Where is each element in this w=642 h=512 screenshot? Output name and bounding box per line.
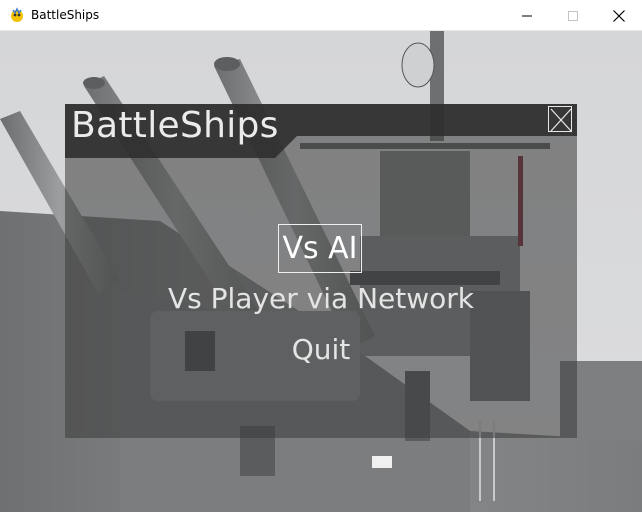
close-box-icon [550,108,572,132]
menu-close-button[interactable] [548,106,572,132]
vs-player-network-button[interactable]: Vs Player via Network [65,285,577,313]
window-title: BattleShips [31,8,100,22]
close-icon [613,9,625,22]
minimize-button[interactable] [504,0,550,31]
vs-ai-button[interactable]: Vs AI [278,224,362,273]
main-menu-panel: BattleShips Vs AI Vs Player via Network … [65,104,577,438]
maximize-icon [568,10,578,21]
app-icon [9,7,25,23]
menu-title: BattleShips [71,105,279,146]
minimize-icon [522,15,532,16]
window-titlebar[interactable]: BattleShips [0,0,642,31]
maximize-button[interactable] [550,0,596,31]
close-button[interactable] [596,0,642,31]
quit-button[interactable]: Quit [65,336,577,364]
menu-title-bar: BattleShips [65,104,577,158]
